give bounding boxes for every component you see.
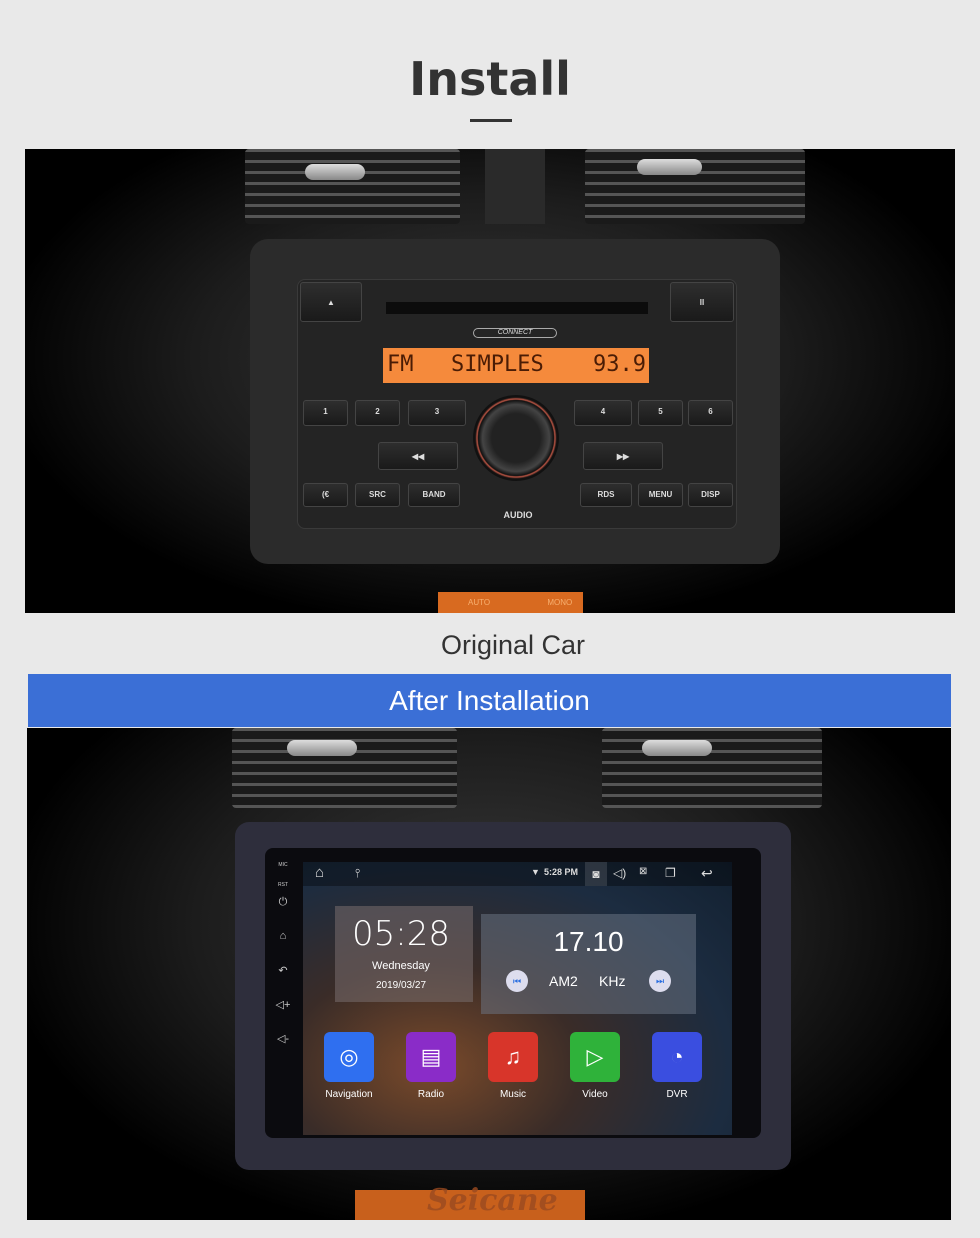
volume-icon[interactable]: ◁) bbox=[613, 866, 626, 880]
recent-apps-icon[interactable]: ❐ bbox=[665, 866, 676, 880]
rds-button: RDS bbox=[580, 483, 632, 507]
disp-button: DISP bbox=[688, 483, 733, 507]
after-installation-banner: After Installation bbox=[28, 674, 951, 727]
vent-knob bbox=[305, 164, 365, 180]
preset-4: 4 bbox=[574, 400, 632, 426]
back-icon[interactable]: ↩ bbox=[701, 865, 713, 882]
src-button: SRC bbox=[355, 483, 400, 507]
app-dock: ◎ Navigation ▤ Radio ♫ Music ▷ Video ◔ D… bbox=[308, 1032, 728, 1100]
app-navigation[interactable]: ◎ Navigation bbox=[308, 1032, 390, 1100]
audio-label: AUDIO bbox=[503, 510, 533, 520]
back-icon[interactable]: ↶ bbox=[273, 964, 293, 977]
gauge-icon: ◔ bbox=[652, 1032, 702, 1082]
preset-6: 6 bbox=[688, 400, 733, 426]
app-label: Navigation bbox=[325, 1089, 373, 1100]
app-label: DVR bbox=[666, 1089, 688, 1100]
air-vent bbox=[602, 728, 822, 808]
mute-button: II bbox=[670, 282, 734, 322]
volume-up-icon[interactable]: ◁+ bbox=[273, 998, 293, 1011]
after-installation-photo: MIC RST ⏻ ⌂ ↶ ◁+ ◁- ⌂ ⫯ ▼ 5:28 PM ◙ ◁) ⊠… bbox=[27, 728, 951, 1220]
clock-time: 05:28 bbox=[352, 914, 450, 954]
original-car-photo: ▲ II CONNECT FM SIMPLES 93.9 1 2 3 4 5 6… bbox=[25, 149, 955, 613]
status-time: 5:28 PM bbox=[544, 867, 579, 877]
rst-label: RST bbox=[278, 882, 288, 888]
cd-slot bbox=[386, 302, 648, 314]
mono-label: MONO bbox=[547, 598, 573, 607]
app-music[interactable]: ♫ Music bbox=[472, 1032, 554, 1100]
home-icon[interactable]: ⌂ bbox=[273, 930, 293, 942]
radio-frequency: 17.10 bbox=[553, 926, 624, 957]
volume-knob bbox=[473, 395, 559, 481]
radio-unit: KHz bbox=[599, 973, 626, 989]
auto-label: AUTO bbox=[468, 598, 491, 607]
app-radio[interactable]: ▤ Radio bbox=[390, 1032, 472, 1100]
home-icon[interactable]: ⌂ bbox=[315, 864, 324, 881]
crosshair-icon: ◎ bbox=[324, 1032, 374, 1082]
app-label: Music bbox=[499, 1089, 527, 1100]
vent-knob bbox=[642, 740, 712, 756]
seek-forward-button: ▶▶ bbox=[583, 442, 663, 470]
vent-knob bbox=[637, 159, 702, 175]
clock-day: Wednesday bbox=[372, 960, 430, 972]
radio-icon: ▤ bbox=[406, 1032, 456, 1082]
menu-button: MENU bbox=[638, 483, 683, 507]
air-vent bbox=[245, 149, 460, 224]
head-unit-frame: MIC RST ⏻ ⌂ ↶ ◁+ ◁- ⌂ ⫯ ▼ 5:28 PM ◙ ◁) ⊠… bbox=[265, 848, 761, 1138]
radio-unit: ▲ II CONNECT FM SIMPLES 93.9 1 2 3 4 5 6… bbox=[297, 279, 737, 529]
preset-2: 2 bbox=[355, 400, 400, 426]
mic-label: MIC bbox=[278, 862, 288, 868]
band-button: BAND bbox=[408, 483, 460, 507]
display-band: FM bbox=[387, 352, 414, 377]
power-icon[interactable]: ⏻ bbox=[273, 896, 293, 909]
display-freq: 93.9 bbox=[593, 352, 646, 377]
usb-icon: ⫯ bbox=[355, 866, 361, 880]
previous-station-button[interactable]: ⏮ bbox=[506, 970, 528, 992]
seek-back-button: ◀◀ bbox=[378, 442, 458, 470]
brand-logo: CONNECT bbox=[473, 328, 557, 338]
radio-band: AM2 bbox=[549, 973, 578, 989]
play-icon: ▷ bbox=[570, 1032, 620, 1082]
title-underline bbox=[470, 119, 512, 122]
vent-knob bbox=[287, 740, 357, 756]
screenshot-icon[interactable]: ◙ bbox=[585, 862, 607, 886]
music-note-icon: ♫ bbox=[488, 1032, 538, 1082]
clock-widget[interactable]: 05:28 Wednesday 2019/03/27 bbox=[335, 906, 473, 1002]
center-vent bbox=[485, 149, 545, 224]
preset-1: 1 bbox=[303, 400, 348, 426]
app-video[interactable]: ▷ Video bbox=[554, 1032, 636, 1100]
watermark: Seicane bbox=[427, 1183, 558, 1218]
display-text: SIMPLES bbox=[451, 352, 544, 377]
android-screen: ⌂ ⫯ ▼ 5:28 PM ◙ ◁) ⊠ ❐ ↩ 05:28 Wednesday… bbox=[303, 862, 732, 1135]
phone-button: (€ bbox=[303, 483, 348, 507]
app-label: Radio bbox=[417, 1089, 445, 1100]
radio-widget[interactable]: 17.10 ⏮ AM2 KHz ⏭ bbox=[481, 914, 696, 1014]
status-bar: ⌂ ⫯ ▼ 5:28 PM ◙ ◁) ⊠ ❐ ↩ bbox=[303, 862, 732, 886]
radio-display: FM SIMPLES 93.9 bbox=[383, 348, 649, 383]
preset-3: 3 bbox=[408, 400, 466, 426]
page-title: Install bbox=[409, 52, 571, 106]
wifi-icon: ▼ bbox=[531, 867, 540, 877]
close-app-icon[interactable]: ⊠ bbox=[639, 866, 647, 877]
next-station-button[interactable]: ⏭ bbox=[649, 970, 671, 992]
preset-5: 5 bbox=[638, 400, 683, 426]
eject-button: ▲ bbox=[300, 282, 362, 322]
volume-down-icon[interactable]: ◁- bbox=[273, 1032, 293, 1045]
original-car-caption: Original Car bbox=[440, 630, 586, 660]
app-label: Video bbox=[582, 1089, 608, 1100]
climate-panel: AUTO MONO bbox=[438, 592, 583, 613]
clock-date: 2019/03/27 bbox=[375, 980, 427, 991]
app-dvr[interactable]: ◔ DVR bbox=[636, 1032, 718, 1100]
